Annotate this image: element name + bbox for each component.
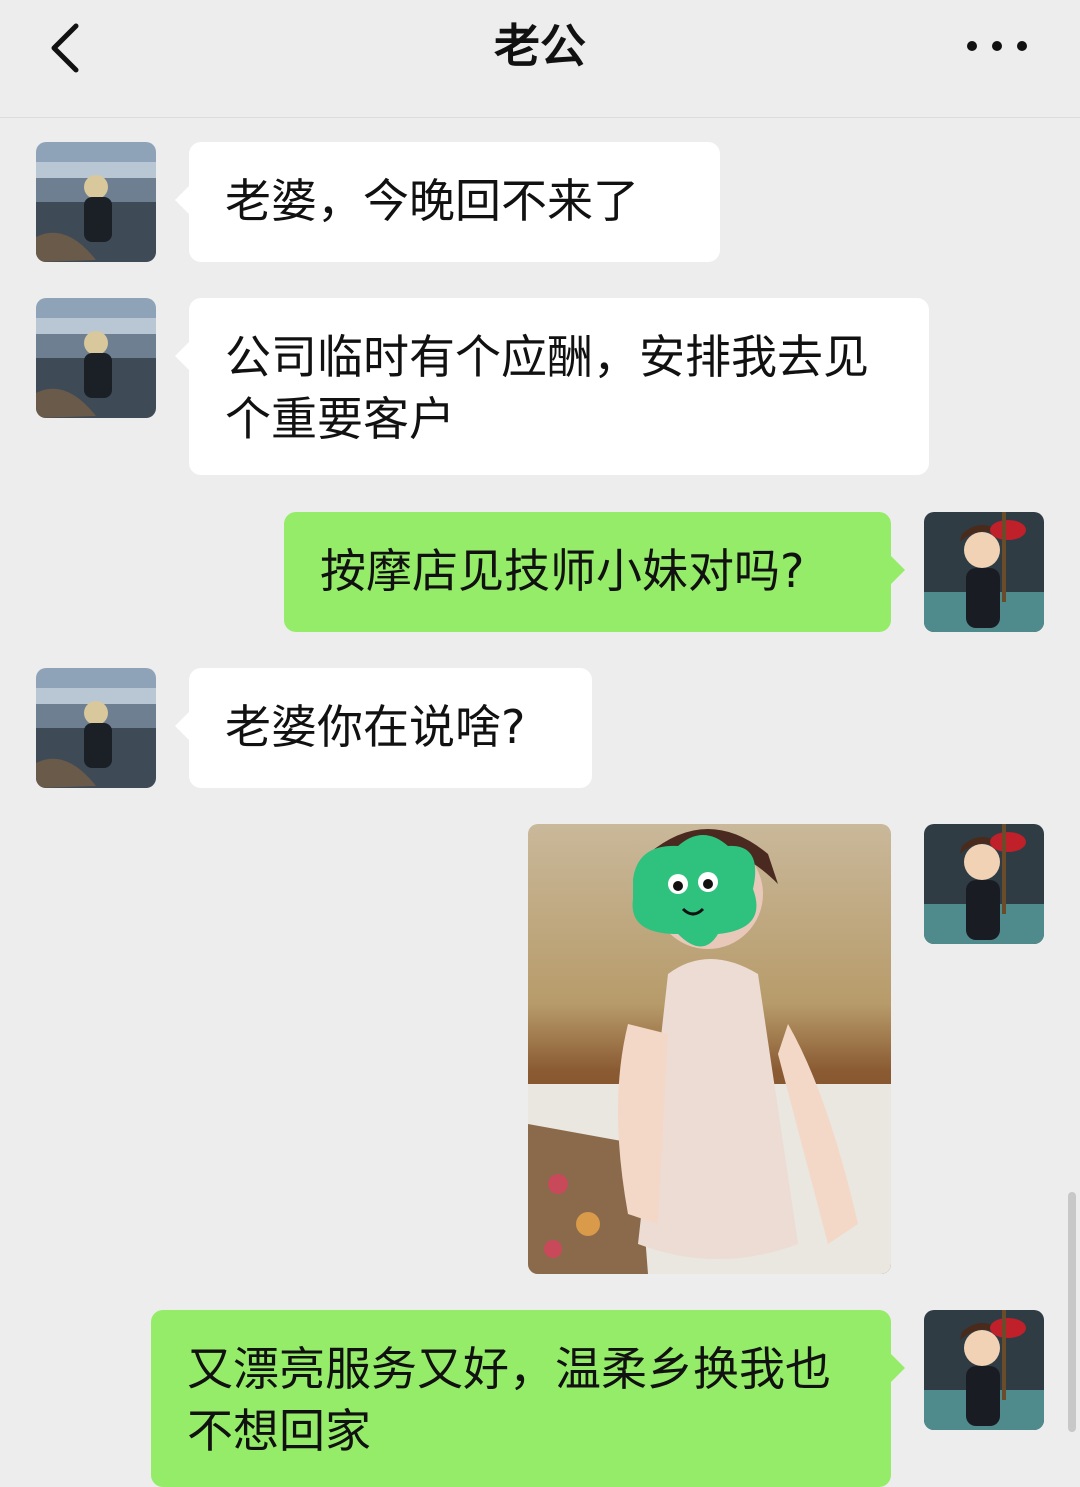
contact-avatar[interactable] bbox=[36, 142, 156, 262]
image-message[interactable] bbox=[528, 824, 891, 1274]
chat-title: 老公 bbox=[494, 19, 586, 73]
message-bubble-outgoing[interactable]: 按摩店见技师小妹对吗? bbox=[284, 512, 905, 632]
message-bubble-incoming[interactable]: 老婆你在说啥? bbox=[175, 668, 592, 788]
chat-header: 老公 bbox=[0, 0, 1080, 118]
message-text: 老婆，今晚回不来了 bbox=[225, 174, 639, 228]
message-text: 老婆你在说啥? bbox=[225, 700, 526, 754]
message-bubble-outgoing[interactable]: 又漂亮服务又好，温柔乡换我也不想回家 bbox=[151, 1310, 905, 1487]
my-avatar[interactable] bbox=[924, 1310, 1044, 1430]
my-avatar[interactable] bbox=[924, 824, 1044, 944]
contact-avatar[interactable] bbox=[36, 298, 156, 418]
more-dots-icon bbox=[967, 41, 1027, 51]
message-text: 又漂亮服务又好，温柔乡换我也不想回家 bbox=[187, 1342, 831, 1458]
message-text: 公司临时有个应酬，安排我去见个重要客户 bbox=[225, 330, 869, 446]
more-button[interactable] bbox=[962, 26, 1032, 66]
message-bubble-incoming[interactable]: 公司临时有个应酬，安排我去见个重要客户 bbox=[175, 298, 929, 475]
message-bubble-incoming[interactable]: 老婆，今晚回不来了 bbox=[175, 142, 720, 262]
my-avatar[interactable] bbox=[924, 512, 1044, 632]
scrollbar[interactable] bbox=[1068, 1192, 1076, 1432]
message-text: 按摩店见技师小妹对吗? bbox=[320, 544, 805, 598]
contact-avatar[interactable] bbox=[36, 668, 156, 788]
